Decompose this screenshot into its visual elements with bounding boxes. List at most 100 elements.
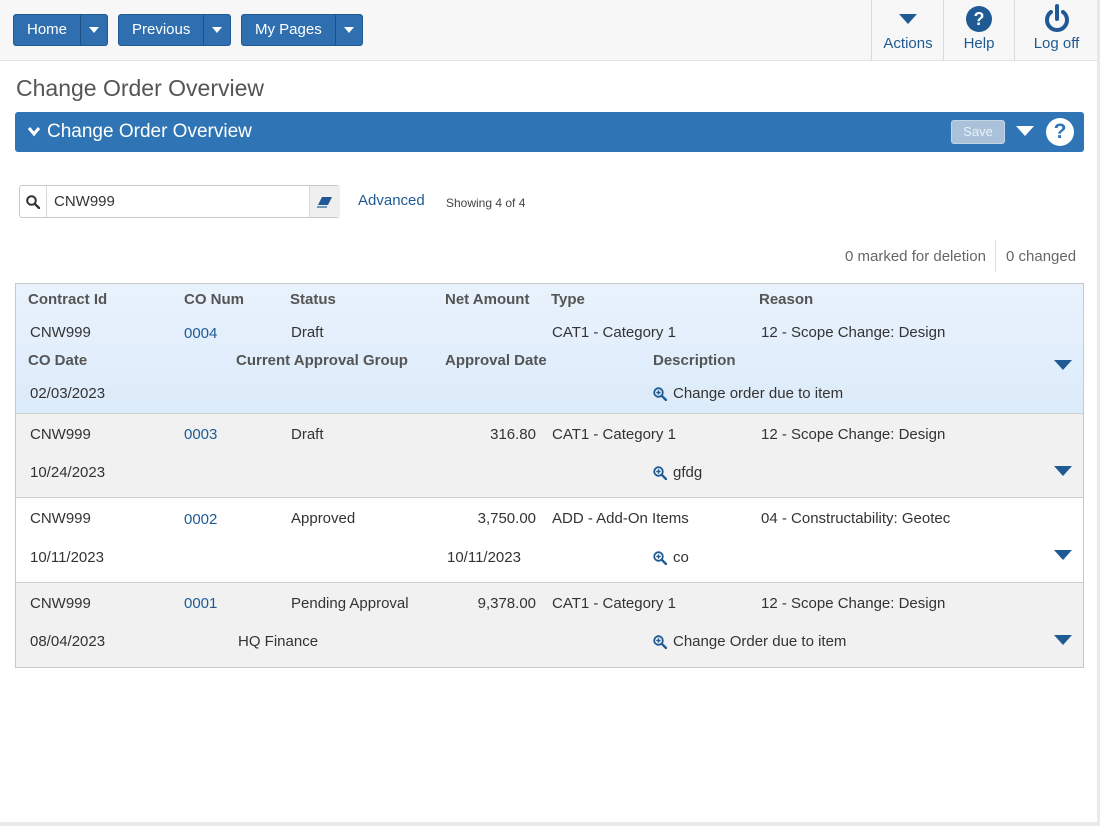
col-header-co-date: CO Date — [28, 352, 88, 369]
change-order-grid: Contract Id CO Num Status Net Amount Typ… — [15, 283, 1084, 668]
logoff-button[interactable]: Log off — [1014, 0, 1098, 61]
collapse-chevron-icon[interactable] — [27, 124, 41, 138]
contract-id-cell: CNW999 — [30, 510, 91, 527]
home-button[interactable]: Home — [13, 14, 109, 46]
chevron-down-icon — [89, 27, 100, 33]
col-header-approval-group: Current Approval Group — [236, 352, 408, 369]
description-text: Change order due to item — [673, 385, 844, 402]
col-header-co-num: CO Num — [184, 291, 244, 308]
table-row[interactable]: CNW999 0003 Draft 316.80 CAT1 - Category… — [16, 414, 1083, 498]
col-header-reason: Reason — [759, 291, 814, 308]
help-button[interactable]: ? Help — [943, 0, 1014, 61]
type-cell: CAT1 - Category 1 — [552, 426, 676, 443]
contract-id-cell: CNW999 — [30, 426, 91, 443]
co-num-link[interactable]: 0001 — [184, 595, 217, 612]
chevron-down-icon — [212, 27, 223, 33]
status-cell: Pending Approval — [291, 595, 409, 612]
approval-group-cell: HQ Finance — [238, 633, 319, 650]
table-row[interactable]: CNW999 0001 Pending Approval 9,378.00 CA… — [16, 583, 1083, 667]
zoom-in-icon[interactable] — [653, 634, 667, 649]
net-amount-cell: 316.80 — [490, 426, 536, 443]
window-bottom-edge — [0, 822, 1100, 826]
col-header-type: Type — [551, 291, 585, 308]
home-dropdown[interactable] — [80, 15, 107, 45]
co-date-cell: 02/03/2023 — [30, 385, 106, 402]
description-cell: gfdg — [653, 464, 853, 481]
my-pages-button[interactable]: My Pages — [241, 14, 363, 46]
top-bar: Home Previous My Pages Actions ? Help Lo… — [0, 0, 1100, 61]
search-icon[interactable] — [20, 186, 47, 217]
description-text: co — [673, 549, 689, 566]
changed-count: 0 changed — [1006, 248, 1077, 265]
co-date-cell: 08/04/2023 — [30, 633, 106, 650]
zoom-in-icon[interactable] — [653, 550, 667, 565]
home-label: Home — [27, 21, 68, 38]
expand-row-caret-icon[interactable] — [1054, 360, 1072, 370]
search-input[interactable] — [48, 186, 310, 217]
net-amount-cell: 3,750.00 — [477, 510, 536, 527]
reason-cell: 12 - Scope Change: Design — [761, 595, 946, 612]
expand-row-caret-icon[interactable] — [1054, 466, 1072, 476]
col-header-net-amount: Net Amount — [445, 291, 530, 308]
result-count: Showing 4 of 4 — [446, 196, 526, 210]
type-cell: CAT1 - Category 1 — [552, 324, 676, 341]
co-num-link[interactable]: 0002 — [184, 511, 217, 528]
my-pages-label: My Pages — [255, 21, 322, 38]
expand-row-caret-icon[interactable] — [1054, 550, 1072, 560]
table-row[interactable]: Contract Id CO Num Status Net Amount Typ… — [16, 284, 1083, 414]
panel-help-icon[interactable]: ? — [1046, 118, 1074, 146]
reason-cell: 04 - Constructability: Geotec — [761, 510, 951, 527]
help-label: Help — [963, 35, 995, 52]
net-amount-cell: 9,378.00 — [477, 595, 536, 612]
marked-for-deletion-count: 0 marked for deletion — [845, 248, 986, 265]
approval-date-cell: 10/11/2023 — [447, 549, 521, 566]
actions-button[interactable]: Actions — [871, 0, 944, 61]
zoom-in-icon[interactable] — [653, 386, 667, 401]
status-cell: Draft — [291, 324, 324, 341]
reason-cell: 12 - Scope Change: Design — [761, 324, 946, 341]
page-title: Change Order Overview — [16, 75, 264, 101]
col-header-status: Status — [290, 291, 336, 308]
my-pages-dropdown[interactable] — [334, 15, 362, 45]
expand-row-caret-icon[interactable] — [1054, 635, 1072, 645]
zoom-in-icon[interactable] — [653, 465, 667, 480]
table-row[interactable]: CNW999 0002 Approved 3,750.00 ADD - Add-… — [16, 498, 1083, 583]
panel-header: Change Order Overview Save ? — [15, 112, 1084, 152]
panel-menu-caret-icon[interactable] — [1016, 126, 1034, 136]
co-num-link[interactable]: 0003 — [184, 426, 217, 443]
svg-text:?: ? — [974, 9, 985, 29]
description-cell: co — [653, 549, 853, 566]
contract-id-cell: CNW999 — [30, 324, 91, 341]
type-cell: ADD - Add-On Items — [552, 510, 689, 527]
type-cell: CAT1 - Category 1 — [552, 595, 676, 612]
search-box — [19, 185, 340, 218]
actions-label: Actions — [883, 35, 933, 52]
co-date-cell: 10/24/2023 — [30, 464, 106, 481]
status-divider — [995, 240, 996, 272]
save-button[interactable]: Save — [951, 120, 1005, 144]
advanced-search-link[interactable]: Advanced — [358, 192, 425, 209]
description-cell: Change Order due to item — [653, 633, 849, 650]
help-icon: ? — [966, 6, 992, 32]
co-date-cell: 10/11/2023 — [30, 549, 104, 566]
status-cell: Draft — [291, 426, 324, 443]
contract-id-cell: CNW999 — [30, 595, 91, 612]
col-header-description: Description — [653, 352, 736, 369]
previous-label: Previous — [132, 21, 191, 38]
co-num-link[interactable]: 0004 — [184, 325, 217, 342]
previous-dropdown[interactable] — [203, 15, 230, 45]
description-text: gfdg — [673, 464, 703, 481]
logoff-label: Log off — [1033, 35, 1080, 52]
actions-caret-icon — [899, 14, 917, 24]
reason-cell: 12 - Scope Change: Design — [761, 426, 946, 443]
panel-title: Change Order Overview — [47, 121, 252, 142]
status-cell: Approved — [291, 510, 356, 527]
previous-button[interactable]: Previous — [118, 14, 232, 46]
clear-search-eraser-icon[interactable] — [309, 186, 340, 217]
col-header-contract-id: Contract Id — [28, 291, 108, 308]
power-icon — [1044, 4, 1069, 32]
col-header-approval-date: Approval Date — [445, 352, 547, 369]
description-cell: Change order due to item — [653, 385, 853, 402]
chevron-down-icon — [343, 27, 354, 33]
description-text: Change Order due to item — [673, 633, 847, 650]
